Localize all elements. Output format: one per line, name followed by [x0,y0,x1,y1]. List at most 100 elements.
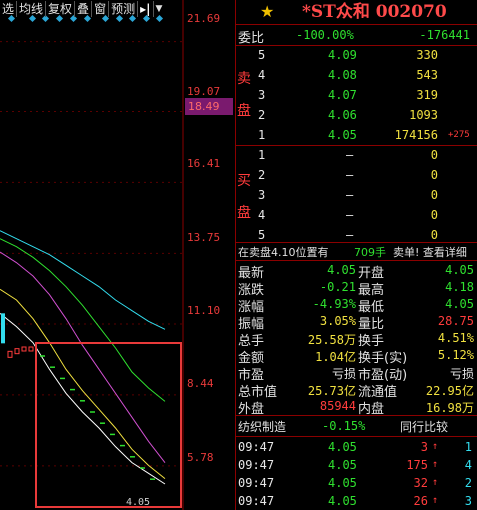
order-notice-link[interactable]: 卖单! 查看详细 [393,244,467,260]
overlay-button[interactable]: 叠 [75,1,93,17]
tick-price: 4.05 [328,476,357,490]
tick-time: 09:47 [238,494,275,508]
tick-volume: 32 [413,476,428,490]
weibi-label: 委比 [238,31,265,46]
sell-volume: 319 [416,88,438,102]
moving-average-line [0,230,166,330]
sell-volume: 174156 [394,128,438,142]
moving-average-line [0,288,166,480]
buy-price[interactable]: – [346,168,353,182]
sell-level: 3 [258,88,266,102]
window-button[interactable]: 窗 [92,1,110,17]
tick-count: 4 [464,458,472,472]
adjust-rights-button[interactable]: 复权 [46,1,76,17]
divider [236,415,477,416]
divider [236,260,477,261]
dropdown-icon[interactable]: ▼ [154,1,165,17]
sell-volume: 543 [416,68,438,82]
sell-volume: 1093 [409,108,438,122]
stock-title: *ST众和 002070 [302,2,447,22]
sell-price[interactable]: 4.07 [328,88,357,102]
moving-average-button[interactable]: 均线 [17,1,47,17]
stat-value: 25.58万 [307,333,356,347]
last-price-note: 4.05 [126,497,150,508]
moving-average-line [0,312,166,485]
buy-volume: 0 [430,168,438,182]
price-axis-label: 21.69 [187,12,221,25]
sell-price[interactable]: 4.05 [328,128,357,142]
stock-title-row: ★ *ST众和 002070 [236,0,477,24]
divider [236,45,477,46]
buy-label-2: 盘 [237,205,251,221]
sell-price[interactable]: 4.06 [328,108,357,122]
price-axis-label: 13.75 [187,231,221,244]
divider [236,145,477,146]
tick-count: 3 [464,494,472,508]
sell-level: 2 [258,108,266,122]
buy-level: 3 [258,188,266,202]
sell-level: 5 [258,48,266,62]
tick-price: 4.05 [328,494,357,508]
tick-volume: 3 [420,440,428,454]
tick-up-arrow-icon: ↑ [432,459,439,470]
candle-bar [14,348,20,355]
buy-label-1: 买 [237,173,251,189]
stat-value: 4.05 [327,263,356,277]
price-axis-label: 8.44 [187,377,214,390]
candle-bar [28,346,34,352]
stat-value: 4.05 [445,297,474,311]
stat-value: 5.12% [437,348,474,362]
weibi-diff: -176441 [419,28,470,42]
stat-value: -0.21 [319,280,356,294]
buy-price[interactable]: – [346,208,353,222]
buy-price[interactable]: – [346,148,353,162]
divider [236,24,477,25]
forecast-button[interactable]: 预测 [109,1,139,17]
price-axis-label: 16.41 [187,157,221,170]
buy-price[interactable]: – [346,188,353,202]
stat-value: 4.51% [437,331,474,345]
sector-name[interactable]: 纺织制造 [238,418,286,435]
sell-level: 1 [258,128,266,142]
price-axis-label: 5.78 [187,451,214,464]
divider [236,242,477,243]
quote-panel: ★ *ST众和 002070 委比 -100.00% -176441 卖 盘 5… [236,0,477,510]
sector-compare-button[interactable]: 同行比较 [400,418,448,435]
favorite-star-icon[interactable]: ★ [260,2,274,21]
buy-volume: 0 [430,208,438,222]
buy-price[interactable]: – [346,228,353,242]
sell-price[interactable]: 4.08 [328,68,357,82]
divider [236,436,477,437]
candle-bar [7,350,13,358]
price-axis-label: 11.10 [187,304,221,317]
sector-pct: -0.15% [322,419,366,433]
candle-bar [21,346,27,352]
stat-value: 4.05 [445,263,474,277]
stat-value: 1.04亿 [315,350,356,364]
select-button[interactable]: 选 [0,1,18,17]
stat-value: 25.73亿 [307,384,356,398]
stat-value: 4.18 [445,280,474,294]
price-axis-label: 19.07 [187,85,221,98]
stat-value: -4.93% [312,297,356,311]
tick-count: 2 [464,476,472,490]
tick-price: 4.05 [328,458,357,472]
moving-average-line [0,251,166,463]
more-arrow-icon[interactable]: ▸| [138,1,154,17]
sell-price[interactable]: 4.09 [328,48,357,62]
tick-up-arrow-icon: ↑ [432,441,439,452]
tick-time: 09:47 [238,458,275,472]
tick-up-arrow-icon: ↑ [432,477,439,488]
kline-chart[interactable]: 4.05 [0,0,236,510]
sell-label-2: 盘 [237,103,251,119]
buy-level: 2 [258,168,266,182]
stat-value: 3.05% [319,314,356,328]
stat-value: 28.75 [437,314,474,328]
sell-volume: 330 [416,48,438,62]
tick-volume: 175 [406,458,428,472]
stat-value: 亏损 [449,367,474,381]
moving-average-line [0,238,166,402]
chart-toolbar: 选 均线 复权 叠 窗 预测 ▸| ▼ [0,0,164,18]
weibi-pct: -100.00% [296,28,354,42]
tick-price: 4.05 [328,440,357,454]
